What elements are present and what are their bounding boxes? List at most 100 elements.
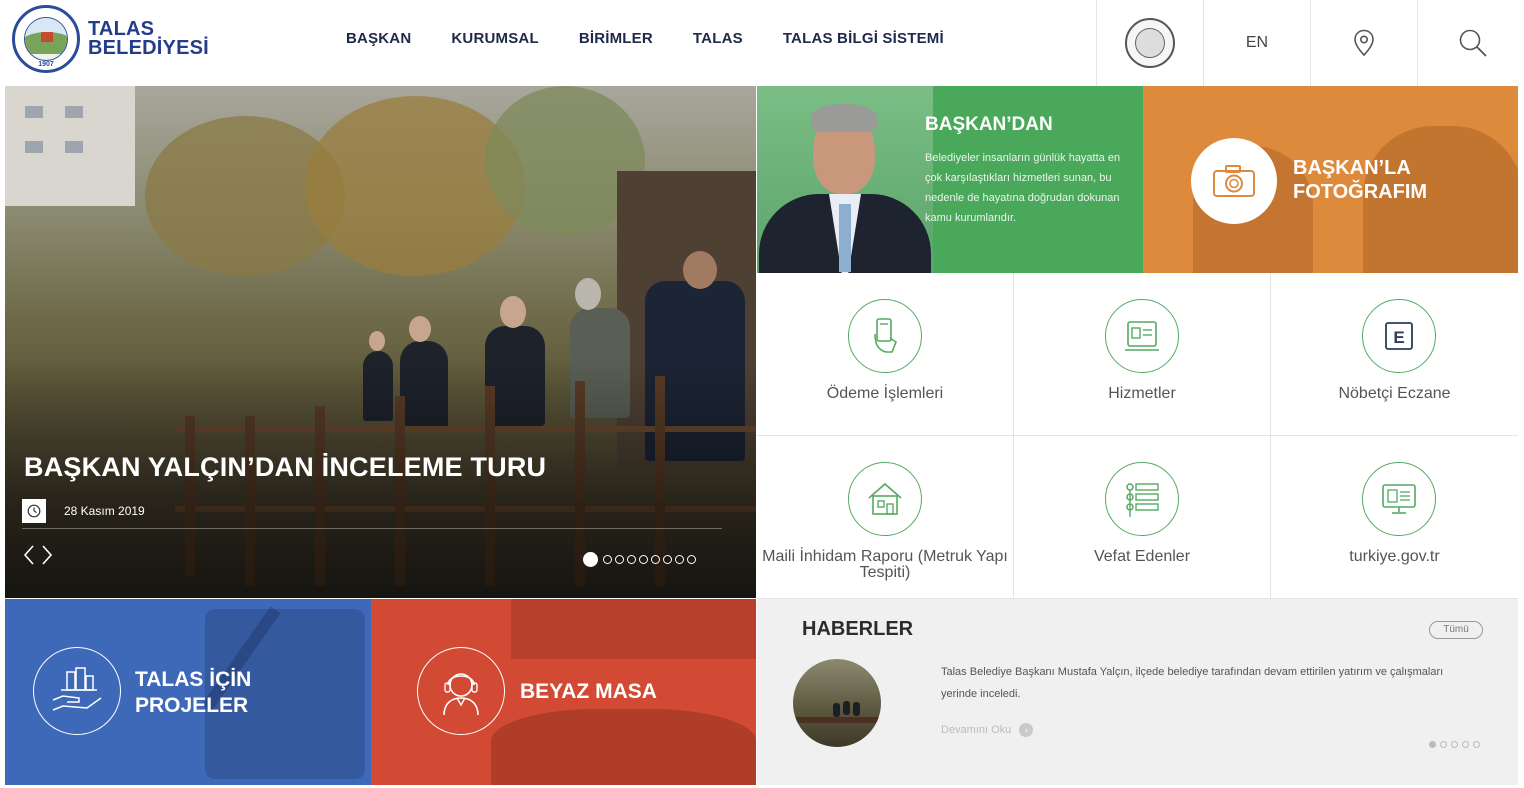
header-tools: EN	[1096, 0, 1524, 86]
read-more-link[interactable]: Devamını Oku ›	[941, 723, 1034, 737]
photo-card-title-line1: BAŞKAN’LA	[1293, 157, 1411, 179]
slider-dot[interactable]	[583, 552, 598, 567]
clock-icon	[22, 499, 46, 523]
nav-talas-bilgi-sistemi[interactable]: TALAS BİLGİ SİSTEMİ	[783, 30, 944, 47]
news-dot[interactable]	[1462, 741, 1469, 748]
slide-date: 28 Kasım 2019	[22, 499, 145, 523]
location-button[interactable]	[1310, 0, 1417, 86]
quick-link-deceased[interactable]: Vefat Edenler	[1014, 436, 1271, 599]
read-more-label: Devamını Oku	[941, 724, 1012, 736]
search-icon	[1459, 29, 1487, 57]
slider-dot[interactable]	[615, 555, 624, 564]
slider-dot[interactable]	[603, 555, 612, 564]
news-summary: Talas Belediye Başkanı Mustafa Yalçın, i…	[941, 666, 1444, 700]
person-head	[500, 296, 526, 328]
site-logo[interactable]: 1907 TALAS BELEDİYESİ	[12, 5, 212, 73]
house-icon	[868, 482, 902, 515]
news-thumbnail[interactable]	[793, 659, 881, 747]
news-dot[interactable]	[1440, 741, 1447, 748]
quick-link-label: Ödeme İşlemleri	[826, 385, 944, 402]
quick-link-label: Maili İnhidam Raporu (Metruk Yapı Tespit…	[762, 548, 1008, 581]
payment-card-icon	[874, 318, 897, 353]
slider-dot[interactable]	[651, 555, 660, 564]
projects-tile[interactable]: TALAS İÇİN PROJELER	[5, 599, 371, 785]
quick-link-label: Vefat Edenler	[1093, 548, 1191, 565]
quick-link-pharmacy[interactable]: E Nöbetçi Eczane	[1271, 273, 1518, 436]
bg-ground-shape	[491, 709, 756, 785]
quick-link-services[interactable]: Hizmetler	[1014, 273, 1271, 436]
projects-title-line1: TALAS İÇİN	[135, 668, 252, 691]
slider-dot[interactable]	[627, 555, 636, 564]
chevron-left-icon[interactable]	[23, 544, 35, 566]
news-panel: HABERLER Tümü Talas Belediye Başkanı Mus…	[757, 599, 1518, 785]
quick-link-label: Nöbetçi Eczane	[1338, 385, 1451, 402]
building-shape	[5, 86, 135, 206]
language-switch[interactable]: EN	[1203, 0, 1310, 86]
photo-with-mayor-card[interactable]: BAŞKAN’LA FOTOĞRAFIM	[1143, 86, 1518, 273]
logo-line-2: BELEDİYESİ	[88, 37, 209, 59]
site-header: 1907 TALAS BELEDİYESİ BAŞKAN KURUMSAL Bİ…	[0, 0, 1524, 86]
photo-card-title: BAŞKAN’LA FOTOĞRAFIM	[1293, 156, 1427, 204]
slider-dot[interactable]	[639, 555, 648, 564]
seal-icon	[1125, 18, 1175, 68]
list-icon	[1126, 483, 1159, 517]
quick-links-grid: Ödeme İşlemleri Hizmetler E Nöbetçi Ecza…	[757, 273, 1518, 599]
projects-title: TALAS İÇİN PROJELER	[135, 667, 251, 719]
slide-divider	[22, 528, 722, 529]
svg-text:E: E	[1393, 328, 1404, 347]
logo-text: TALAS BELEDİYESİ	[88, 19, 209, 59]
white-desk-title: BEYAZ MASA	[520, 680, 657, 703]
news-dot[interactable]	[1473, 741, 1480, 748]
quick-link-payment[interactable]: Ödeme İşlemleri	[757, 273, 1014, 436]
person-head	[683, 251, 717, 289]
mayor-message-card[interactable]: BAŞKAN’DAN Belediyeler insanların günlük…	[757, 86, 1143, 273]
person-head	[409, 316, 431, 342]
arrow-right-circle-icon: ›	[1019, 723, 1034, 737]
slide-date-text: 28 Kasım 2019	[64, 504, 145, 518]
municipality-seal-icon: 1907	[12, 5, 80, 73]
person-head	[369, 331, 385, 351]
mayor-card-title: BAŞKAN’DAN	[925, 114, 1053, 135]
computer-icon	[1382, 484, 1416, 514]
news-all-button[interactable]: Tümü	[1429, 621, 1483, 639]
slide-title[interactable]: BAŞKAN YALÇIN’DAN İNCELEME TURU	[24, 452, 546, 483]
camera-icon	[1213, 165, 1255, 197]
thumb-fence	[793, 717, 881, 723]
slider-dot[interactable]	[663, 555, 672, 564]
nav-baskan[interactable]: BAŞKAN	[346, 30, 411, 47]
hand-city-icon	[52, 667, 102, 711]
mayor-photo	[757, 86, 933, 273]
quick-link-turkiye-gov[interactable]: turkiye.gov.tr	[1271, 436, 1518, 599]
photo-card-title-line2: FOTOĞRAFIM	[1293, 181, 1428, 203]
news-dot[interactable]	[1451, 741, 1458, 748]
news-title: HABERLER	[802, 618, 914, 640]
projects-icon-circle	[33, 647, 121, 735]
nav-birimler[interactable]: BİRİMLER	[579, 30, 653, 47]
main-nav: BAŞKAN KURUMSAL BİRİMLER TALAS TALAS BİL…	[346, 30, 984, 47]
white-desk-icon-circle	[417, 647, 505, 735]
news-dot[interactable]	[1429, 741, 1436, 748]
white-desk-tile[interactable]: BEYAZ MASA	[371, 599, 756, 785]
customer-service-icon	[443, 673, 479, 716]
search-button[interactable]	[1417, 0, 1524, 86]
person-head	[575, 278, 601, 310]
slider-arrows	[23, 544, 53, 566]
seal-link[interactable]	[1096, 0, 1203, 86]
slider-dot[interactable]	[687, 555, 696, 564]
nav-talas[interactable]: TALAS	[693, 30, 743, 47]
news-dots	[1429, 741, 1480, 748]
quick-link-abandoned-building-report[interactable]: Maili İnhidam Raporu (Metruk Yapı Tespit…	[757, 436, 1014, 599]
projects-title-line2: PROJELER	[135, 694, 249, 717]
bg-building-shape	[511, 599, 756, 659]
slider-dots	[583, 552, 696, 567]
thumb-person	[833, 703, 840, 717]
news-slider[interactable]: BAŞKAN YALÇIN’DAN İNCELEME TURU 28 Kasım…	[5, 86, 756, 598]
slider-dot[interactable]	[675, 555, 684, 564]
services-icon	[1125, 321, 1159, 351]
nav-kurumsal[interactable]: KURUMSAL	[451, 30, 538, 47]
chevron-right-icon[interactable]	[41, 544, 53, 566]
mayor-card-text: Belediyeler insanların günlük hayatta en…	[925, 152, 1121, 224]
seal-year: 1907	[38, 61, 54, 68]
language-label: EN	[1245, 34, 1269, 51]
quick-link-label: Hizmetler	[1108, 385, 1176, 402]
